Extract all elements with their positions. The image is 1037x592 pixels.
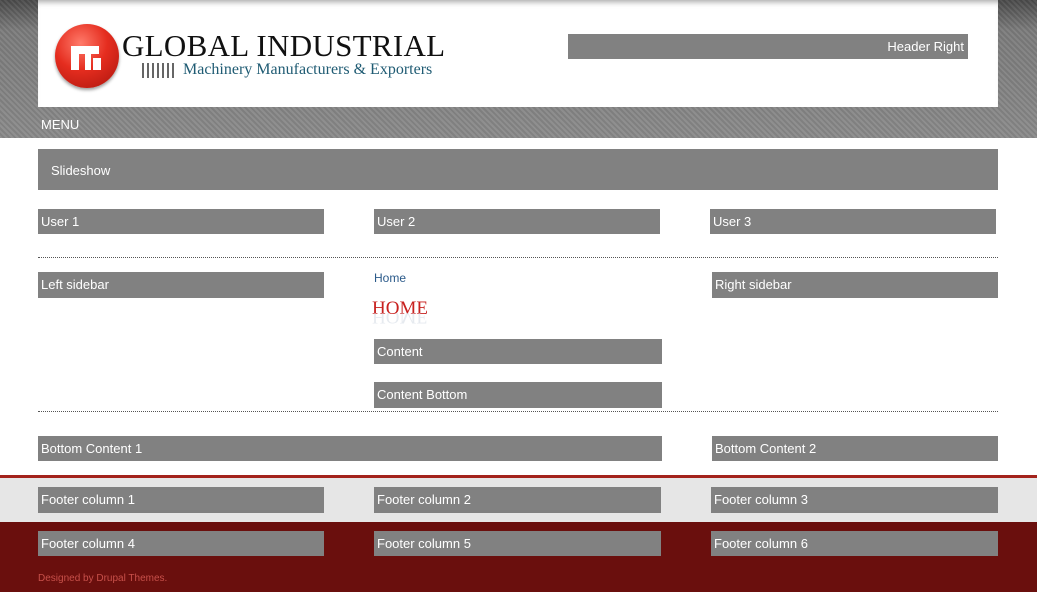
user-3-region: User 3 [710, 209, 996, 234]
right-sidebar-region: Right sidebar [712, 272, 998, 298]
site-name: GLOBAL INDUSTRIAL [122, 28, 446, 63]
page-title-reflection: HOME [372, 313, 428, 327]
footer-column-2: Footer column 2 [374, 487, 661, 513]
header-right-region: Header Right [568, 34, 968, 59]
site-slogan: Machinery Manufacturers & Exporters [183, 61, 433, 78]
logo-emblem-icon [55, 24, 119, 88]
user-2-region: User 2 [374, 209, 660, 234]
footer-column-6: Footer column 6 [711, 531, 998, 556]
content-bottom-region: Content Bottom [374, 382, 662, 408]
left-sidebar-region: Left sidebar [38, 272, 324, 298]
site-logo[interactable]: GLOBAL INDUSTRIAL Machinery Manufacturer… [55, 24, 475, 92]
bottom-content-2-region: Bottom Content 2 [712, 436, 998, 461]
footer-column-5: Footer column 5 [374, 531, 661, 556]
footer-column-1: Footer column 1 [38, 487, 324, 513]
slideshow-region: Slideshow [38, 149, 998, 190]
footer-column-4: Footer column 4 [38, 531, 324, 556]
content-region: Content [374, 339, 662, 364]
footer-column-3: Footer column 3 [711, 487, 998, 513]
bottom-content-1-region: Bottom Content 1 [38, 436, 662, 461]
barcode-icon [142, 63, 178, 78]
credits-link[interactable]: Designed by Drupal Themes. [38, 573, 167, 584]
user-1-region: User 1 [38, 209, 324, 234]
breadcrumb-home-link[interactable]: Home [374, 271, 406, 285]
divider [38, 411, 998, 412]
divider [38, 257, 998, 258]
main-menu[interactable]: MENU [41, 117, 79, 132]
